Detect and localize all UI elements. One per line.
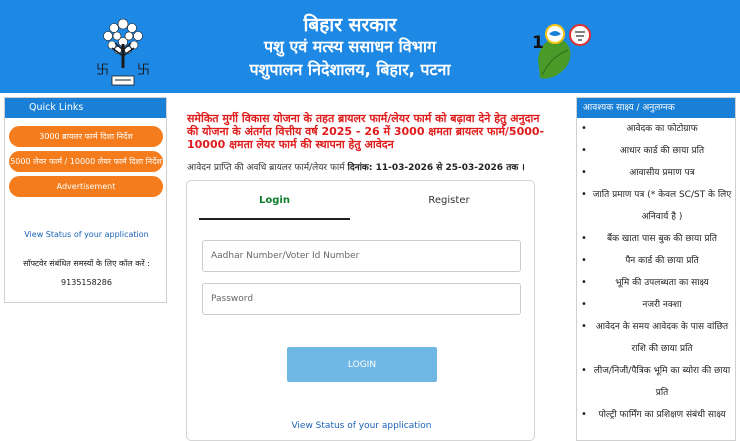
quick-links-panel: Quick Links 3000 ब्रायलर फार्म दिशा निर्…: [4, 97, 167, 303]
tab-login[interactable]: Login: [187, 181, 362, 223]
document-item: पैन कार्ड की छाया प्रति: [577, 250, 735, 272]
bihar-emblem-icon: 卐 卐: [96, 18, 150, 86]
quick-links-title: Quick Links: [5, 98, 166, 118]
centenary-leaf-icon: 1: [532, 24, 591, 79]
document-item: बैंक खाता पास बुक की छाया प्रति: [577, 228, 735, 250]
svg-text:卐: 卐: [96, 63, 109, 78]
site-header: 卐 卐 बिहार सरकार पशु एवं मत्स्य ससाधन विभ…: [0, 0, 740, 93]
document-item: आवासीय प्रमाण पत्र: [577, 162, 735, 184]
advertisement-button[interactable]: Advertisement: [9, 176, 163, 197]
helpline-text: सॉफ्टवेर संबंधित समस्यों के लिए कॉल करें…: [23, 259, 150, 268]
required-documents-list: आवेदक का फोटोग्राफ आधार कार्ड की छाया प्…: [577, 118, 735, 426]
application-period-prefix: आवेदन प्राप्ति की अवधि ब्रायलर फार्म/लेय…: [187, 163, 348, 173]
tab-login-underline: [199, 218, 350, 220]
govt-title: बिहार सरकार: [303, 14, 397, 36]
view-status-link-sidebar[interactable]: View Status of your application: [5, 230, 168, 239]
document-item: नजरी नक्शा: [577, 294, 735, 316]
required-documents-panel: आवश्यक साक्ष्य / अनुलग्नक आवेदक का फोटोग…: [576, 97, 736, 441]
header-titles: बिहार सरकार पशु एवं मत्स्य ससाधन विभाग प…: [230, 14, 470, 82]
document-item: आधार कार्ड की छाया प्रति: [577, 140, 735, 162]
document-item: आवेदक का फोटोग्राफ: [577, 118, 735, 140]
document-item: भूमि की उपलब्धता का साक्ष्य: [577, 272, 735, 294]
directorate-title: पशुपालन निदेशालय, बिहार, पटना: [249, 60, 451, 79]
tab-register[interactable]: Register: [362, 181, 536, 223]
layer-guidelines-button[interactable]: 5000 लेयर फार्म / 10000 लेयर फार्म दिशा …: [9, 151, 163, 172]
helpline-number: 9135158286: [61, 278, 112, 287]
document-item: जाति प्रमाण पत्र (* केवल SC/ST के लिए अन…: [577, 184, 735, 228]
scheme-notice: समेकित मुर्गी विकास योजना के तहत ब्रायलर…: [187, 112, 545, 151]
view-status-link[interactable]: View Status of your application: [187, 421, 536, 431]
document-item: आवेदन के समय आवेदक के पास वांछित राशि की…: [577, 316, 735, 360]
application-period: आवेदन प्राप्ति की अवधि ब्रायलर फार्म/लेय…: [187, 160, 547, 173]
login-button[interactable]: LOGIN: [287, 347, 437, 382]
svg-text:1: 1: [532, 33, 544, 53]
svg-text:卐: 卐: [137, 63, 150, 78]
password-input[interactable]: [202, 283, 521, 315]
department-title: पशु एवं मत्स्य ससाधन विभाग: [263, 37, 437, 56]
required-documents-title: आवश्यक साक्ष्य / अनुलग्नक: [577, 98, 735, 118]
document-item: पोल्ट्री फार्मिंग का प्रशिक्षण संबंधी सा…: [577, 404, 735, 426]
application-period-dates: दिनांक: 11-03-2026 से 25-03-2026 तक ।: [347, 163, 525, 173]
login-card: Login Register LOGIN View Status of your…: [186, 180, 535, 441]
broiler-guidelines-button[interactable]: 3000 ब्रायलर फार्म दिशा निर्देश: [9, 126, 163, 147]
document-item: लीज/निजी/पैत्रिक भूमि का ब्योरा की छाया …: [577, 360, 735, 404]
aadhar-voter-id-input[interactable]: [202, 240, 521, 272]
